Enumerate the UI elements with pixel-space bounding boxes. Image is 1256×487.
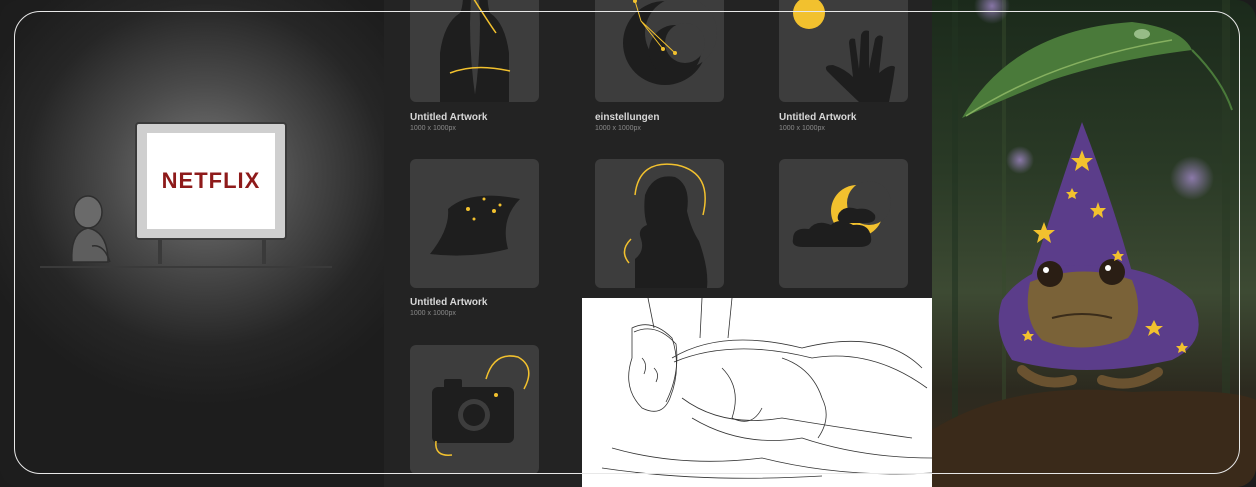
sketch-drawing	[582, 298, 932, 487]
artwork-size: 1000 x 1000px	[595, 125, 641, 132]
artwork-size: 1000 x 1000px	[410, 310, 456, 317]
artwork-title: Untitled Artwork	[410, 297, 488, 308]
artwork-size: 1000 x 1000px	[779, 125, 825, 132]
netflix-logo-text: NETFLIX	[161, 168, 261, 193]
artwork-title: Untitled Artwork	[779, 112, 857, 123]
tv-set: NETFLIX	[135, 122, 287, 240]
floor-line	[40, 266, 332, 268]
artwork-thumbnail-hand-apple[interactable]	[779, 0, 908, 102]
artwork-size: 1000 x 1000px	[410, 125, 456, 132]
artwork-banner: NETFLIX Untitled Artwork 1000 x 1000px e…	[0, 0, 1256, 487]
frog-wizard-illustration	[932, 0, 1256, 487]
artwork-thumbnail-halo-profile[interactable]	[595, 159, 724, 288]
artwork-thumbnail-moon-constellation[interactable]	[595, 0, 724, 102]
artwork-thumbnail-profiles[interactable]	[410, 0, 539, 102]
artwork-title: einstellungen	[595, 112, 660, 123]
artwork-thumbnail-camera[interactable]	[410, 345, 539, 474]
artwork-title: Untitled Artwork	[410, 112, 488, 123]
sad-character-figure	[71, 195, 111, 263]
netflix-illustration: NETFLIX	[0, 0, 384, 487]
tv-leg-left	[158, 240, 162, 264]
tv-leg-right	[262, 240, 266, 264]
artwork-thumbnail-star-map[interactable]	[410, 159, 539, 288]
frog-wizard-figure	[932, 0, 1256, 487]
artwork-thumbnail-crescent-moon[interactable]	[779, 159, 908, 288]
tv-screen: NETFLIX	[147, 133, 275, 229]
pencil-sketch-figure	[601, 298, 932, 479]
